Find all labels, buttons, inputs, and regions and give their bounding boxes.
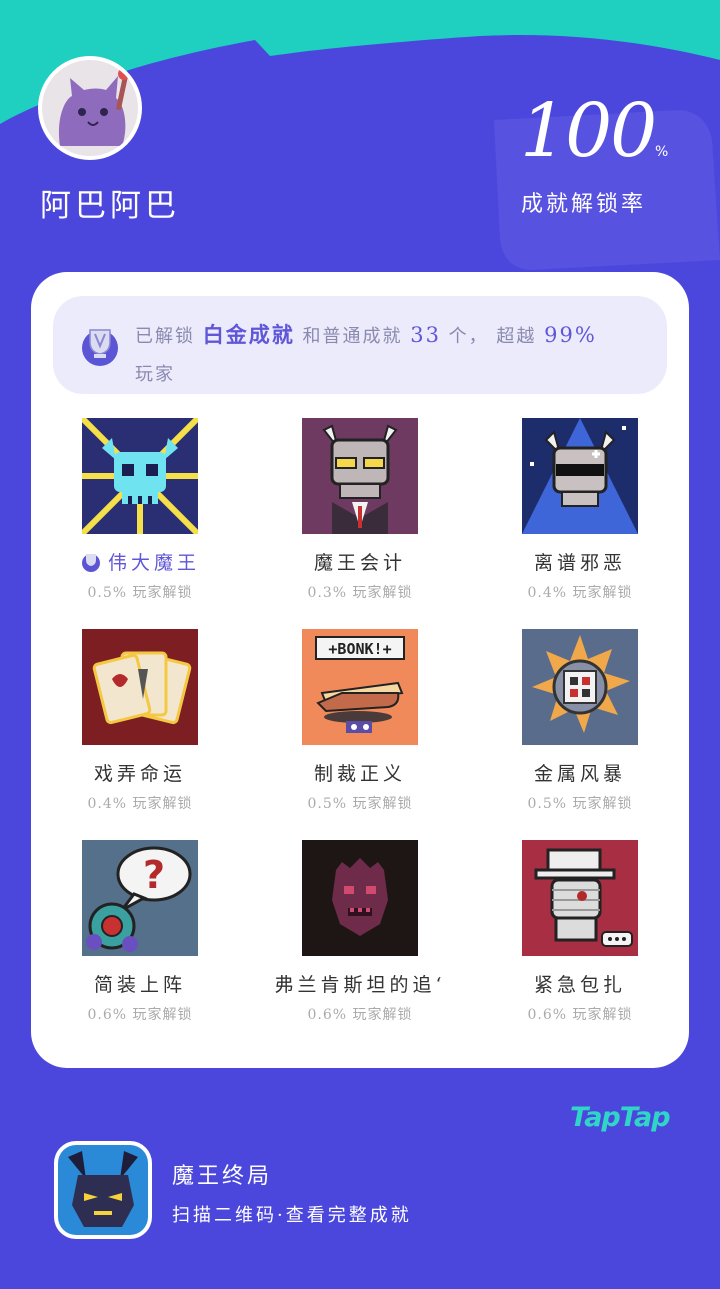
unlock-rate: 0.4% 玩家解锁 (87, 796, 193, 812)
percent-sign: % (655, 144, 669, 160)
platinum-trophy-icon (82, 329, 118, 366)
cards-icon (82, 629, 198, 745)
unlock-rate-label: 成就解锁率 (521, 192, 647, 217)
unlock-rate: 0.4% 玩家解锁 (527, 585, 633, 601)
metal-storm-icon (522, 629, 638, 745)
unlock-rate: 0.5% 玩家解锁 (527, 796, 633, 812)
svg-text:?: ? (143, 853, 165, 897)
game-icon[interactable] (54, 1141, 152, 1239)
achievement-card: 已解锁 白金成就 和普通成就 33 个， 超越 99% 玩家 伟大魔王 0.5%… (31, 272, 689, 1068)
achievement-name: 简装上阵 (93, 974, 186, 996)
achievement-name: 金属风暴 (533, 763, 626, 785)
platinum-trophy-icon (81, 554, 100, 572)
achievement-name: 离谱邪恶 (533, 552, 626, 574)
achievement-item[interactable]: 弗兰肯斯坦的追‘ 0.6% 玩家解锁 (265, 840, 455, 1024)
achievement-item[interactable]: 紧急包扎 0.6% 玩家解锁 (485, 840, 675, 1024)
svg-text:+BONK!+: +BONK!+ (328, 640, 391, 658)
achievement-item[interactable]: ? 简装上阵 0.6% 玩家解锁 (45, 840, 235, 1024)
question-bubble-icon: ? (82, 840, 198, 956)
achievement-name: 弗兰肯斯坦的追‘ (274, 974, 446, 996)
sunglasses-skull-icon (522, 418, 638, 534)
unlock-rate: 0.6% 玩家解锁 (527, 1007, 633, 1023)
achievement-name: 戏弄命运 (93, 763, 186, 785)
achievement-item[interactable]: 魔王会计 0.3% 玩家解锁 (265, 418, 455, 602)
achievement-item[interactable]: +BONK!+ 制裁正义 0.5% 玩家解锁 (265, 629, 455, 813)
achievement-item[interactable]: 金属风暴 0.5% 玩家解锁 (485, 629, 675, 813)
username: 阿巴阿巴 (40, 188, 180, 224)
achievement-item[interactable]: 离谱邪恶 0.4% 玩家解锁 (485, 418, 675, 602)
unlock-rate: 0.5% 玩家解锁 (87, 585, 193, 601)
achievement-item[interactable]: 戏弄命运 0.4% 玩家解锁 (45, 629, 235, 813)
achievement-count: 33 (410, 323, 441, 347)
achievement-name: 伟大魔王 (45, 550, 235, 576)
skull-accountant-icon (302, 418, 418, 534)
achievement-name: 制裁正义 (313, 763, 406, 785)
scan-hint: 扫描二维码·查看完整成就 (172, 1205, 412, 1226)
game-name: 魔王终局 (172, 1164, 273, 1189)
unlock-rate: 0.6% 玩家解锁 (87, 1007, 193, 1023)
taptap-logo: TapTap (570, 1102, 671, 1133)
unlock-rate: 0.6% 玩家解锁 (307, 1007, 413, 1023)
avatar[interactable] (38, 56, 142, 160)
platinum-label: 白金成就 (202, 322, 295, 347)
achievement-item[interactable]: 伟大魔王 0.5% 玩家解锁 (45, 418, 235, 602)
unlock-rate: 0.5% 玩家解锁 (307, 796, 413, 812)
cat-avatar-icon (42, 60, 138, 156)
unlock-percent: 100 (520, 88, 657, 174)
summary-unit: 个， (448, 326, 489, 347)
achievement-name: 紧急包扎 (533, 974, 626, 996)
summary-banner: 已解锁 白金成就 和普通成就 33 个， 超越 99% 玩家 (53, 296, 667, 394)
glowing-skull-icon (82, 418, 198, 534)
summary-middle: 和普通成就 (302, 326, 403, 347)
achievement-name: 魔王会计 (313, 552, 406, 574)
summary-beyond: 超越 (496, 326, 537, 347)
summary-text: 已解锁 白金成就 和普通成就 33 个， 超越 99% 玩家 (135, 316, 655, 394)
summary-suffix: 玩家 (135, 364, 175, 385)
demon-king-icon (58, 1145, 148, 1235)
unlock-rate: 0.3% 玩家解锁 (307, 585, 413, 601)
bonk-hat-icon: +BONK!+ (302, 629, 418, 745)
monster-face-icon (302, 840, 418, 956)
summary-prefix: 已解锁 (135, 326, 195, 347)
beyond-percent: 99% (544, 323, 597, 347)
mummy-hat-icon (522, 840, 638, 956)
